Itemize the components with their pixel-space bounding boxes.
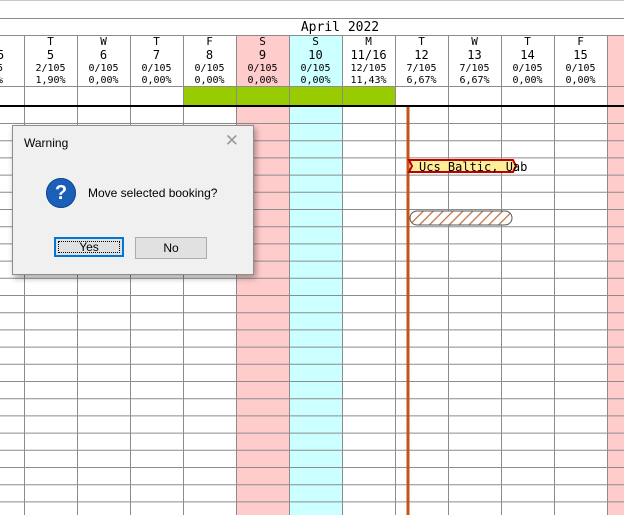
dialog-message: Move selected booking? [88,186,218,200]
day-ratio: 0/105 [300,63,330,74]
dialog-title: Warning [24,136,69,150]
month-label: April 2022 [301,20,379,35]
day-wd: M [365,35,372,48]
day-wd: W [471,35,478,48]
day-ratio: 0/105 [194,63,224,74]
day-ratio: 7/105 [459,63,489,74]
availability-bar [289,87,342,106]
day-column[interactable] [395,36,448,515]
day-column[interactable] [236,36,289,515]
warning-dialog: Warning ✕ ? Move selected booking? Yes N… [12,125,254,275]
booking-placeholder[interactable] [409,210,513,226]
day-pct: 6,67% [459,75,489,86]
day-column[interactable] [554,36,607,515]
day-num: 12 [414,48,428,62]
day-num: 6 [100,48,107,62]
day-num: 13 [467,48,481,62]
day-ratio: 0/105 [141,63,171,74]
day-num: 8 [206,48,213,62]
close-icon[interactable]: ✕ [225,131,239,151]
day-wd: F [577,35,584,48]
day-column[interactable] [342,36,395,515]
day-column[interactable] [448,36,501,515]
day-pct: 0,00% [300,75,330,86]
day-pct: 6,67% [406,75,436,86]
day-wd: T [524,35,531,48]
day-pct: 1,90% [35,75,65,86]
day-pct: 0,00% [141,75,171,86]
day-ratio: 0/105 [247,63,277,74]
question-icon: ? [46,178,76,208]
day-pct: 0% [0,75,3,86]
day-num: 14 [520,48,534,62]
day-column[interactable] [130,36,183,515]
day-num: 7 [153,48,160,62]
availability-bar [236,87,289,106]
day-num: 9 [259,48,266,62]
day-wd: T [153,35,160,48]
no-button[interactable]: No [135,237,207,259]
day-pct: 0,00% [512,75,542,86]
day-wd: F [206,35,213,48]
day-ratio: 0/105 [512,63,542,74]
day-ratio: 0/105 [565,63,595,74]
day-num: 15 [0,48,4,62]
day-wd: T [47,35,54,48]
day-column[interactable] [77,36,130,515]
day-column[interactable] [289,36,342,515]
day-num: 5 [47,48,54,62]
day-ratio: 12/105 [350,63,386,74]
day-num: 15 [573,48,587,62]
day-ratio: 2/105 [35,63,65,74]
booking-bar[interactable]: Ucs Baltic, Uab [407,159,527,174]
day-ratio: 0/105 [88,63,118,74]
day-pct: 0,00% [565,75,595,86]
day-column[interactable] [0,36,24,515]
day-num: 11/16 [350,48,386,62]
day-wd: W [100,35,107,48]
day-column[interactable] [24,36,77,515]
day-wd: T [418,35,425,48]
yes-button[interactable]: Yes [54,237,124,257]
day-column[interactable] [501,36,554,515]
day-wd: S [259,35,266,48]
day-pct: 11,43% [350,75,386,86]
day-ratio: 7/105 [406,63,436,74]
day-column[interactable] [183,36,236,515]
day-column[interactable] [607,36,624,515]
day-pct: 0,00% [194,75,224,86]
day-num: 10 [308,48,322,62]
booking-label: Ucs Baltic, Uab [419,160,527,174]
day-pct: 0,00% [88,75,118,86]
day-pct: 0,00% [247,75,277,86]
availability-bar [342,87,395,106]
availability-bar [183,87,236,106]
day-wd: S [312,35,319,48]
day-ratio: 05 [0,63,3,74]
